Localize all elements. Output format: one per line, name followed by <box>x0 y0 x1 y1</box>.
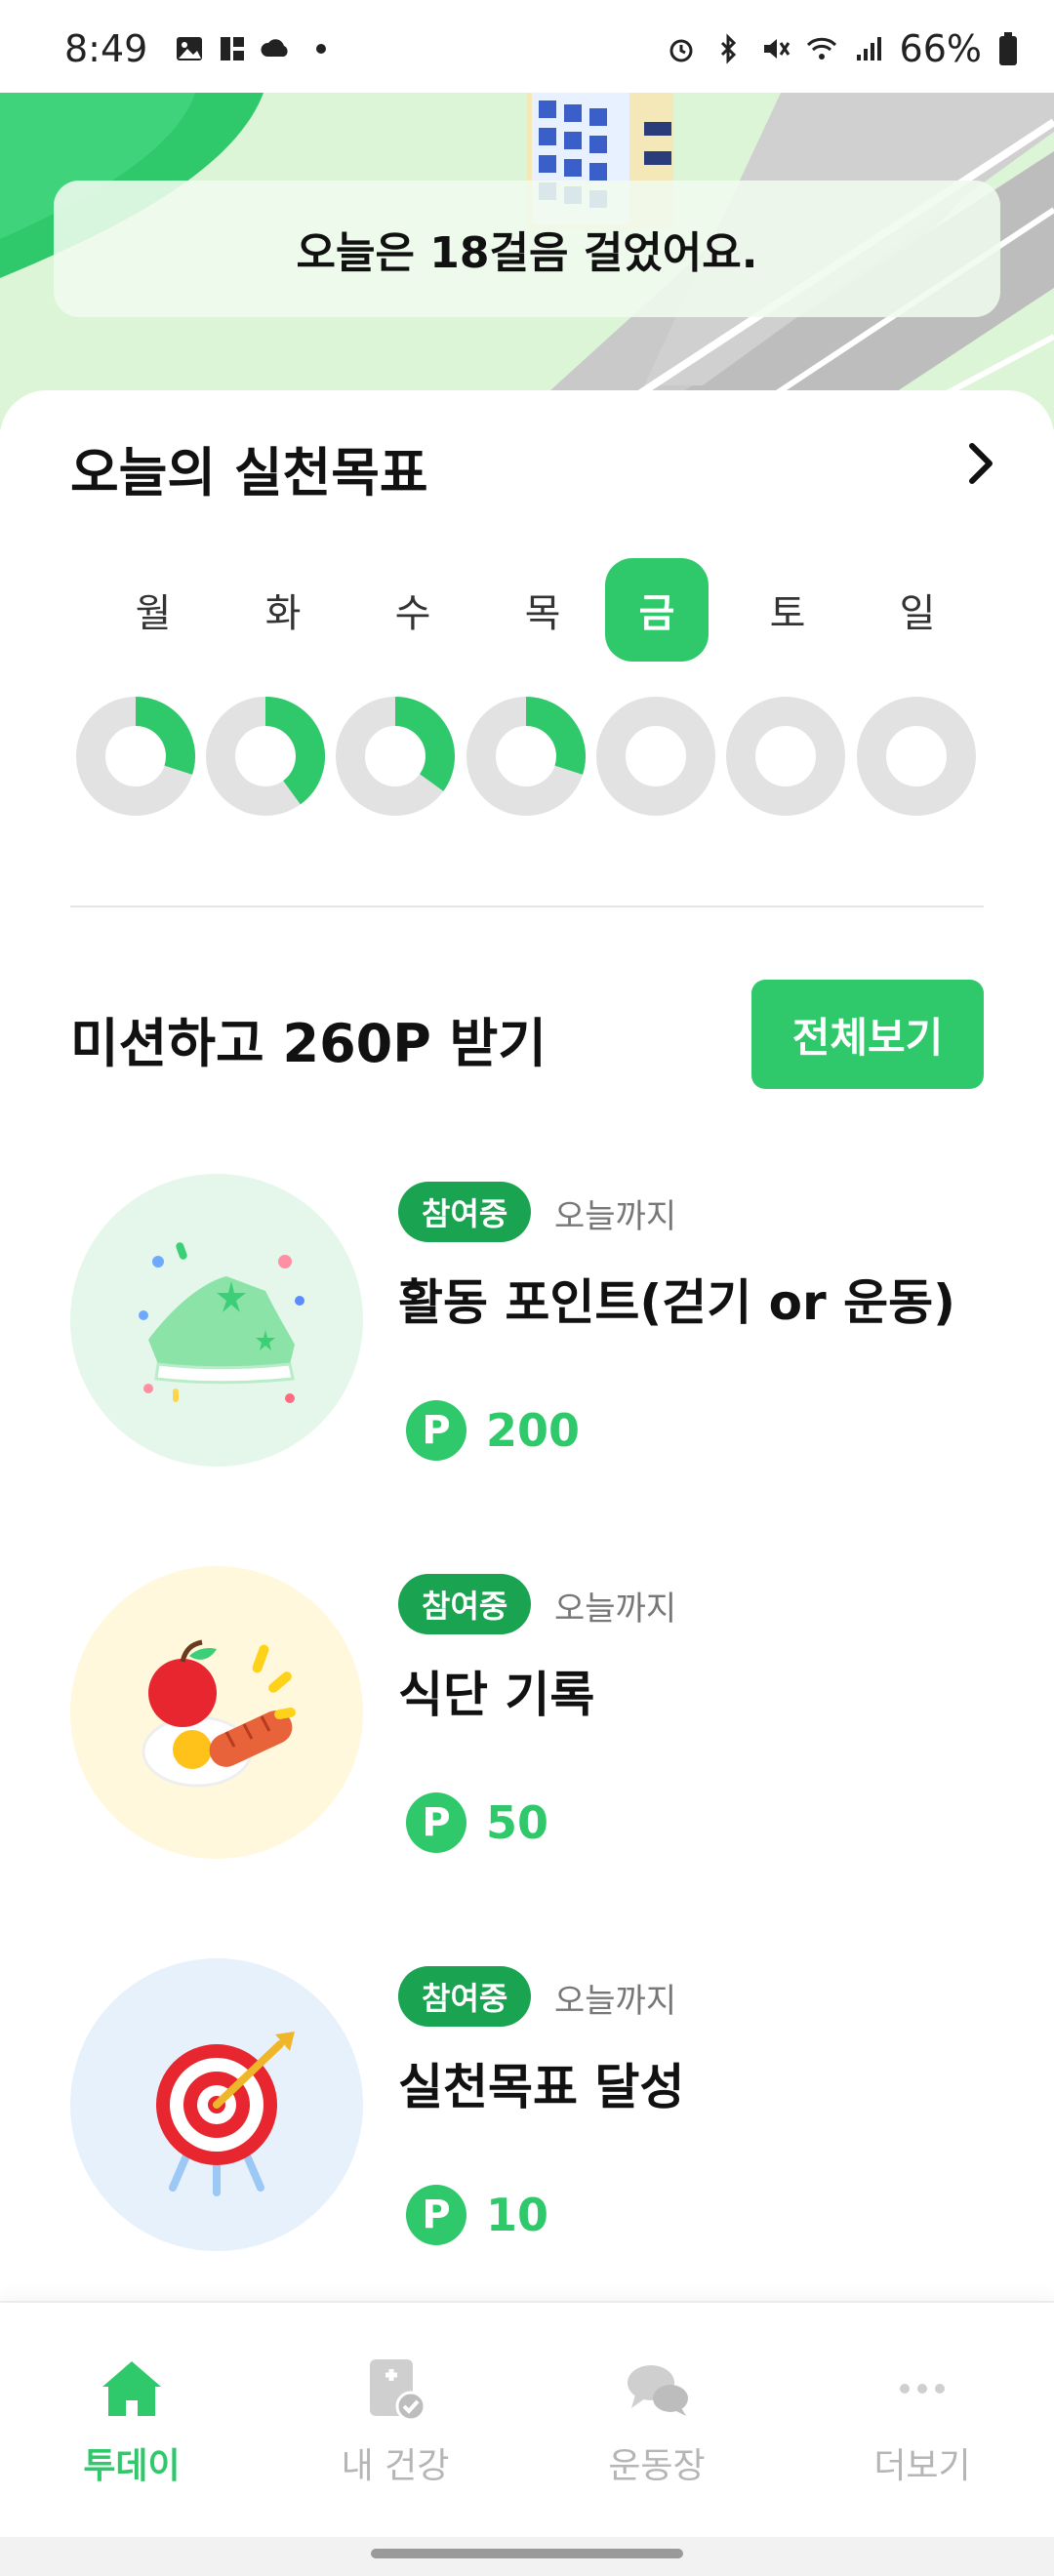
status-time: 8:49 <box>64 27 148 70</box>
ring-track <box>857 697 976 816</box>
nav-today[interactable]: 투데이 <box>34 2352 229 2498</box>
point-icon: P <box>406 1792 466 1853</box>
steps-banner: 오늘은 18걸음 걸었어요. <box>54 181 1000 317</box>
ring-progress <box>525 697 586 775</box>
nav-more[interactable]: 더보기 <box>825 2352 1020 2498</box>
more-dots-icon <box>900 2384 945 2394</box>
meal-icon <box>142 1639 296 1788</box>
day-tue[interactable]: 화 <box>231 558 335 662</box>
hero-map: 오늘은 18걸음 걸었어요. <box>0 93 1054 429</box>
progress-ring-fri[interactable] <box>596 697 715 816</box>
mission-points: P 10 <box>406 2185 548 2245</box>
gallery-icon <box>177 37 202 60</box>
ring-track <box>596 697 715 816</box>
mission-points: P 200 <box>406 1400 580 1461</box>
mission-points: P 50 <box>406 1792 548 1853</box>
view-all-button[interactable]: 전체보기 <box>751 980 984 1089</box>
day-thu[interactable]: 목 <box>491 558 594 662</box>
mission-image <box>70 1958 363 2251</box>
ring-progress <box>135 697 195 775</box>
more-notifications-dot <box>316 44 326 54</box>
progress-ring-sun[interactable] <box>857 697 976 816</box>
app-icon <box>221 37 244 60</box>
signal-icon <box>856 37 881 60</box>
daily-progress-rings <box>70 693 984 820</box>
day-mon[interactable]: 월 <box>101 558 205 662</box>
mission-image <box>70 1174 363 1467</box>
chevron-right-icon[interactable] <box>960 434 1003 493</box>
cloud-icon <box>261 39 288 57</box>
status-badge: 참여중 <box>398 1966 532 2027</box>
nav-label: 운동장 <box>608 2446 706 2486</box>
point-icon: P <box>406 1400 466 1461</box>
notification-icons <box>174 33 326 64</box>
battery-percent: 66% <box>899 27 982 70</box>
bluetooth-icon <box>720 33 736 64</box>
day-wed[interactable]: 수 <box>361 558 465 662</box>
deadline-label: 오늘까지 <box>554 1982 677 2021</box>
health-record-icon <box>370 2359 426 2422</box>
sneaker-icon <box>139 1242 304 1403</box>
mission-name: 실천목표 달성 <box>398 2059 685 2115</box>
wifi-icon <box>806 37 836 60</box>
status-badge: 참여중 <box>398 1574 532 1634</box>
mission-image <box>70 1566 363 1859</box>
bottom-nav: 투데이 내 건강 운동장 더보기 <box>0 2301 1054 2576</box>
point-value: 50 <box>486 1796 549 1849</box>
progress-ring-mon[interactable] <box>76 697 195 816</box>
mission-name: 활동 포인트(걷기 or 운동) <box>398 1274 955 1331</box>
point-value: 200 <box>486 1404 581 1457</box>
missions-title: 미션하고 260P 받기 <box>70 1013 547 1074</box>
mission-item-goal[interactable]: 참여중 오늘까지 실천목표 달성 P 10 <box>70 1958 984 2261</box>
status-bar: 8:49 66% <box>0 0 1054 93</box>
alarm-icon <box>669 39 693 62</box>
section-divider <box>70 906 984 907</box>
progress-ring-sat[interactable] <box>726 697 845 816</box>
nav-playground[interactable]: 운동장 <box>559 2352 754 2498</box>
ring-track <box>726 697 845 816</box>
day-sat[interactable]: 토 <box>736 558 839 662</box>
mute-icon <box>763 39 790 59</box>
nav-label: 투데이 <box>83 2446 181 2486</box>
progress-ring-thu[interactable] <box>466 697 586 816</box>
mission-item-meal[interactable]: 참여중 오늘까지 식단 기록 P 50 <box>70 1566 984 1869</box>
ring-progress <box>264 697 325 805</box>
mission-item-activity[interactable]: 참여중 오늘까지 활동 포인트(걷기 or 운동) P 200 <box>70 1174 984 1476</box>
goals-title[interactable]: 오늘의 실천목표 <box>70 429 428 506</box>
battery-icon <box>999 32 1017 65</box>
status-badge: 참여중 <box>398 1182 532 1242</box>
point-icon: P <box>406 2185 466 2245</box>
nav-label: 내 건강 <box>341 2446 450 2486</box>
home-icon <box>102 2361 161 2416</box>
deadline-label: 오늘까지 <box>554 1197 677 1236</box>
ring-progress <box>394 697 455 791</box>
progress-ring-tue[interactable] <box>206 697 325 816</box>
day-sun[interactable]: 일 <box>866 558 969 662</box>
weekday-selector: 월 화 수 목 금 토 일 <box>70 558 984 665</box>
nav-my-health[interactable]: 내 건강 <box>298 2352 493 2498</box>
point-value: 10 <box>486 2189 549 2241</box>
nav-label: 더보기 <box>873 2446 971 2486</box>
mission-name: 식단 기록 <box>398 1667 595 1723</box>
deadline-label: 오늘까지 <box>554 1590 677 1629</box>
target-icon <box>156 2032 295 2196</box>
day-fri[interactable]: 금 <box>605 558 709 662</box>
progress-ring-wed[interactable] <box>336 697 455 816</box>
system-icons: 66% <box>666 27 1019 70</box>
chat-bubbles-icon <box>628 2365 688 2416</box>
gesture-bar[interactable] <box>371 2549 683 2558</box>
